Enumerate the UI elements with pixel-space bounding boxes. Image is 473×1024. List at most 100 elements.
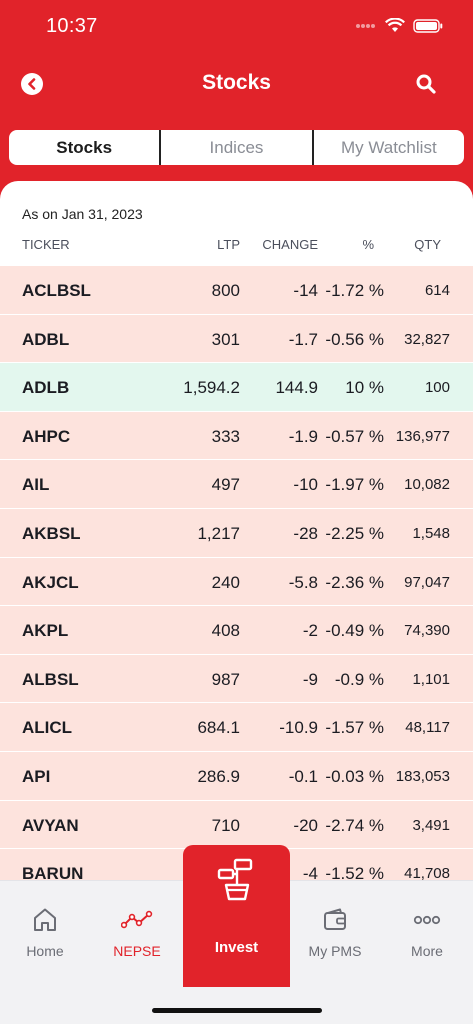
table-row[interactable]: AKBSL 1,217 -28 -2.25 % 1,548 [0,508,473,558]
ltp-cell: 1,217 [197,523,240,543]
table-row[interactable]: AVYAN 710 -20 -2.74 % 3,491 [0,800,473,850]
tab-nepse-label: NEPSE [113,943,161,959]
as-on-date: As on Jan 31, 2023 [22,206,143,222]
ticker-cell: ADBL [22,329,70,349]
percent-cell: -1.97 % [325,475,384,495]
segmented-tabs: Stocks Indices My Watchlist [9,130,464,165]
trend-line-icon [121,910,153,929]
qty-cell: 1,101 [412,670,450,688]
ltp-cell: 240 [211,572,240,592]
percent-cell: -2.36 % [325,572,384,592]
ltp-cell: 408 [211,621,240,641]
qty-cell: 10,082 [404,476,450,494]
wifi-icon [385,18,405,32]
qty-cell: 614 [424,282,450,299]
ticker-cell: AKBSL [22,523,81,543]
ticker-cell: AKPL [22,621,69,641]
table-row[interactable]: AHPC 333 -1.9 -0.57 % 136,977 [0,411,473,461]
tab-stocks[interactable]: Stocks [9,130,159,165]
ticker-cell: AHPC [22,426,71,446]
header-ticker[interactable]: TICKER [22,237,70,252]
tab-my-watchlist[interactable]: My Watchlist [311,130,464,165]
percent-cell: -2.25 % [325,523,384,543]
tab-home[interactable]: Home [0,905,90,959]
table-row[interactable]: AIL 497 -10 -1.97 % 10,082 [0,460,473,509]
tab-more[interactable]: More [382,905,472,959]
ticker-cell: ACLBSL [22,281,91,300]
qty-cell: 32,827 [404,330,450,348]
table-row[interactable]: ACLBSL 800 -14 -1.72 % 614 [0,266,473,315]
percent-cell: -0.03 % [325,766,384,786]
change-cell: -1.9 [288,426,318,446]
qty-cell: 183,053 [395,767,450,785]
tab-nepse[interactable]: NEPSE [92,905,182,959]
tab-my-pms[interactable]: My PMS [290,905,380,959]
change-cell: -5.8 [288,572,318,592]
header-qty[interactable]: QTY [414,237,441,252]
table-row[interactable]: ADBL 301 -1.7 -0.56 % 32,827 [0,314,473,364]
ticker-cell: ALICL [22,718,73,738]
nav-bar: Stocks [0,60,473,108]
ltp-cell: 1,594.2 [183,378,240,398]
change-cell: -14 [293,281,318,300]
qty-cell: 1,548 [412,524,450,542]
qty-cell: 100 [424,379,450,397]
table-row[interactable]: API 286.9 -0.1 -0.03 % 183,053 [0,751,473,801]
table-header: TICKER LTP CHANGE % QTY [0,237,473,257]
qty-cell: 74,390 [404,622,450,640]
tab-home-label: Home [26,943,64,959]
header-ltp[interactable]: LTP [217,237,240,252]
ticker-cell: AVYAN [22,815,79,835]
ticker-cell: AIL [22,475,50,495]
page-title: Stocks [202,71,271,94]
change-cell: -10 [293,475,318,495]
table-row[interactable]: ALICL 684.1 -10.9 -1.57 % 48,117 [0,703,473,752]
ltp-cell: 800 [211,281,240,300]
ltp-cell: 286.9 [197,766,240,786]
cellular-signal-icon [356,23,375,28]
ticker-cell: ALBSL [22,669,79,689]
percent-cell: -1.57 % [325,718,384,738]
tab-more-label: More [411,943,443,959]
home-indicator [152,1008,322,1013]
invest-label: Invest [214,939,259,956]
ltp-cell: 684.1 [197,718,240,738]
change-cell: -9 [302,669,318,689]
percent-cell: 10 % [345,378,384,398]
percent-cell: -0.57 % [325,426,384,446]
ticker-cell: AKJCL [22,572,79,592]
status-bar: 10:37 [0,0,473,54]
ltp-cell: 333 [211,426,240,446]
status-time: 10:37 [46,15,98,37]
table-row[interactable]: ADLB 1,594.2 144.9 10 % 100 [0,363,473,412]
percent-cell: -0.49 % [325,621,384,641]
change-cell: -20 [293,815,318,835]
search-icon [416,74,436,94]
header-percent[interactable]: % [362,237,374,252]
change-cell: -10.9 [279,718,318,738]
invest-button[interactable]: Invest [183,845,290,987]
ticker-cell: ADLB [22,378,70,398]
table-row[interactable]: ALBSL 987 -9 -0.9 % 1,101 [0,654,473,704]
battery-icon [413,18,443,33]
qty-cell: 3,491 [412,816,450,834]
plant-pot-icon [217,858,253,901]
percent-cell: -0.56 % [325,329,384,349]
header-change[interactable]: CHANGE [262,237,318,252]
table-row[interactable]: AKJCL 240 -5.8 -2.36 % 97,047 [0,557,473,607]
percent-cell: -0.9 % [334,669,384,689]
ltp-cell: 497 [211,475,240,495]
more-dots-icon [413,915,441,925]
ltp-cell: 301 [211,329,240,349]
change-cell: -1.7 [288,329,318,349]
search-button[interactable] [415,73,437,95]
ltp-cell: 987 [211,669,240,689]
tab-indices[interactable]: Indices [159,130,311,165]
table-row[interactable]: AKPL 408 -2 -0.49 % 74,390 [0,606,473,655]
change-cell: -0.1 [288,766,318,786]
wallet-icon [324,908,346,930]
percent-cell: -1.72 % [325,281,384,300]
change-cell: -28 [293,523,318,543]
qty-cell: 136,977 [395,427,450,445]
qty-cell: 48,117 [405,719,450,737]
